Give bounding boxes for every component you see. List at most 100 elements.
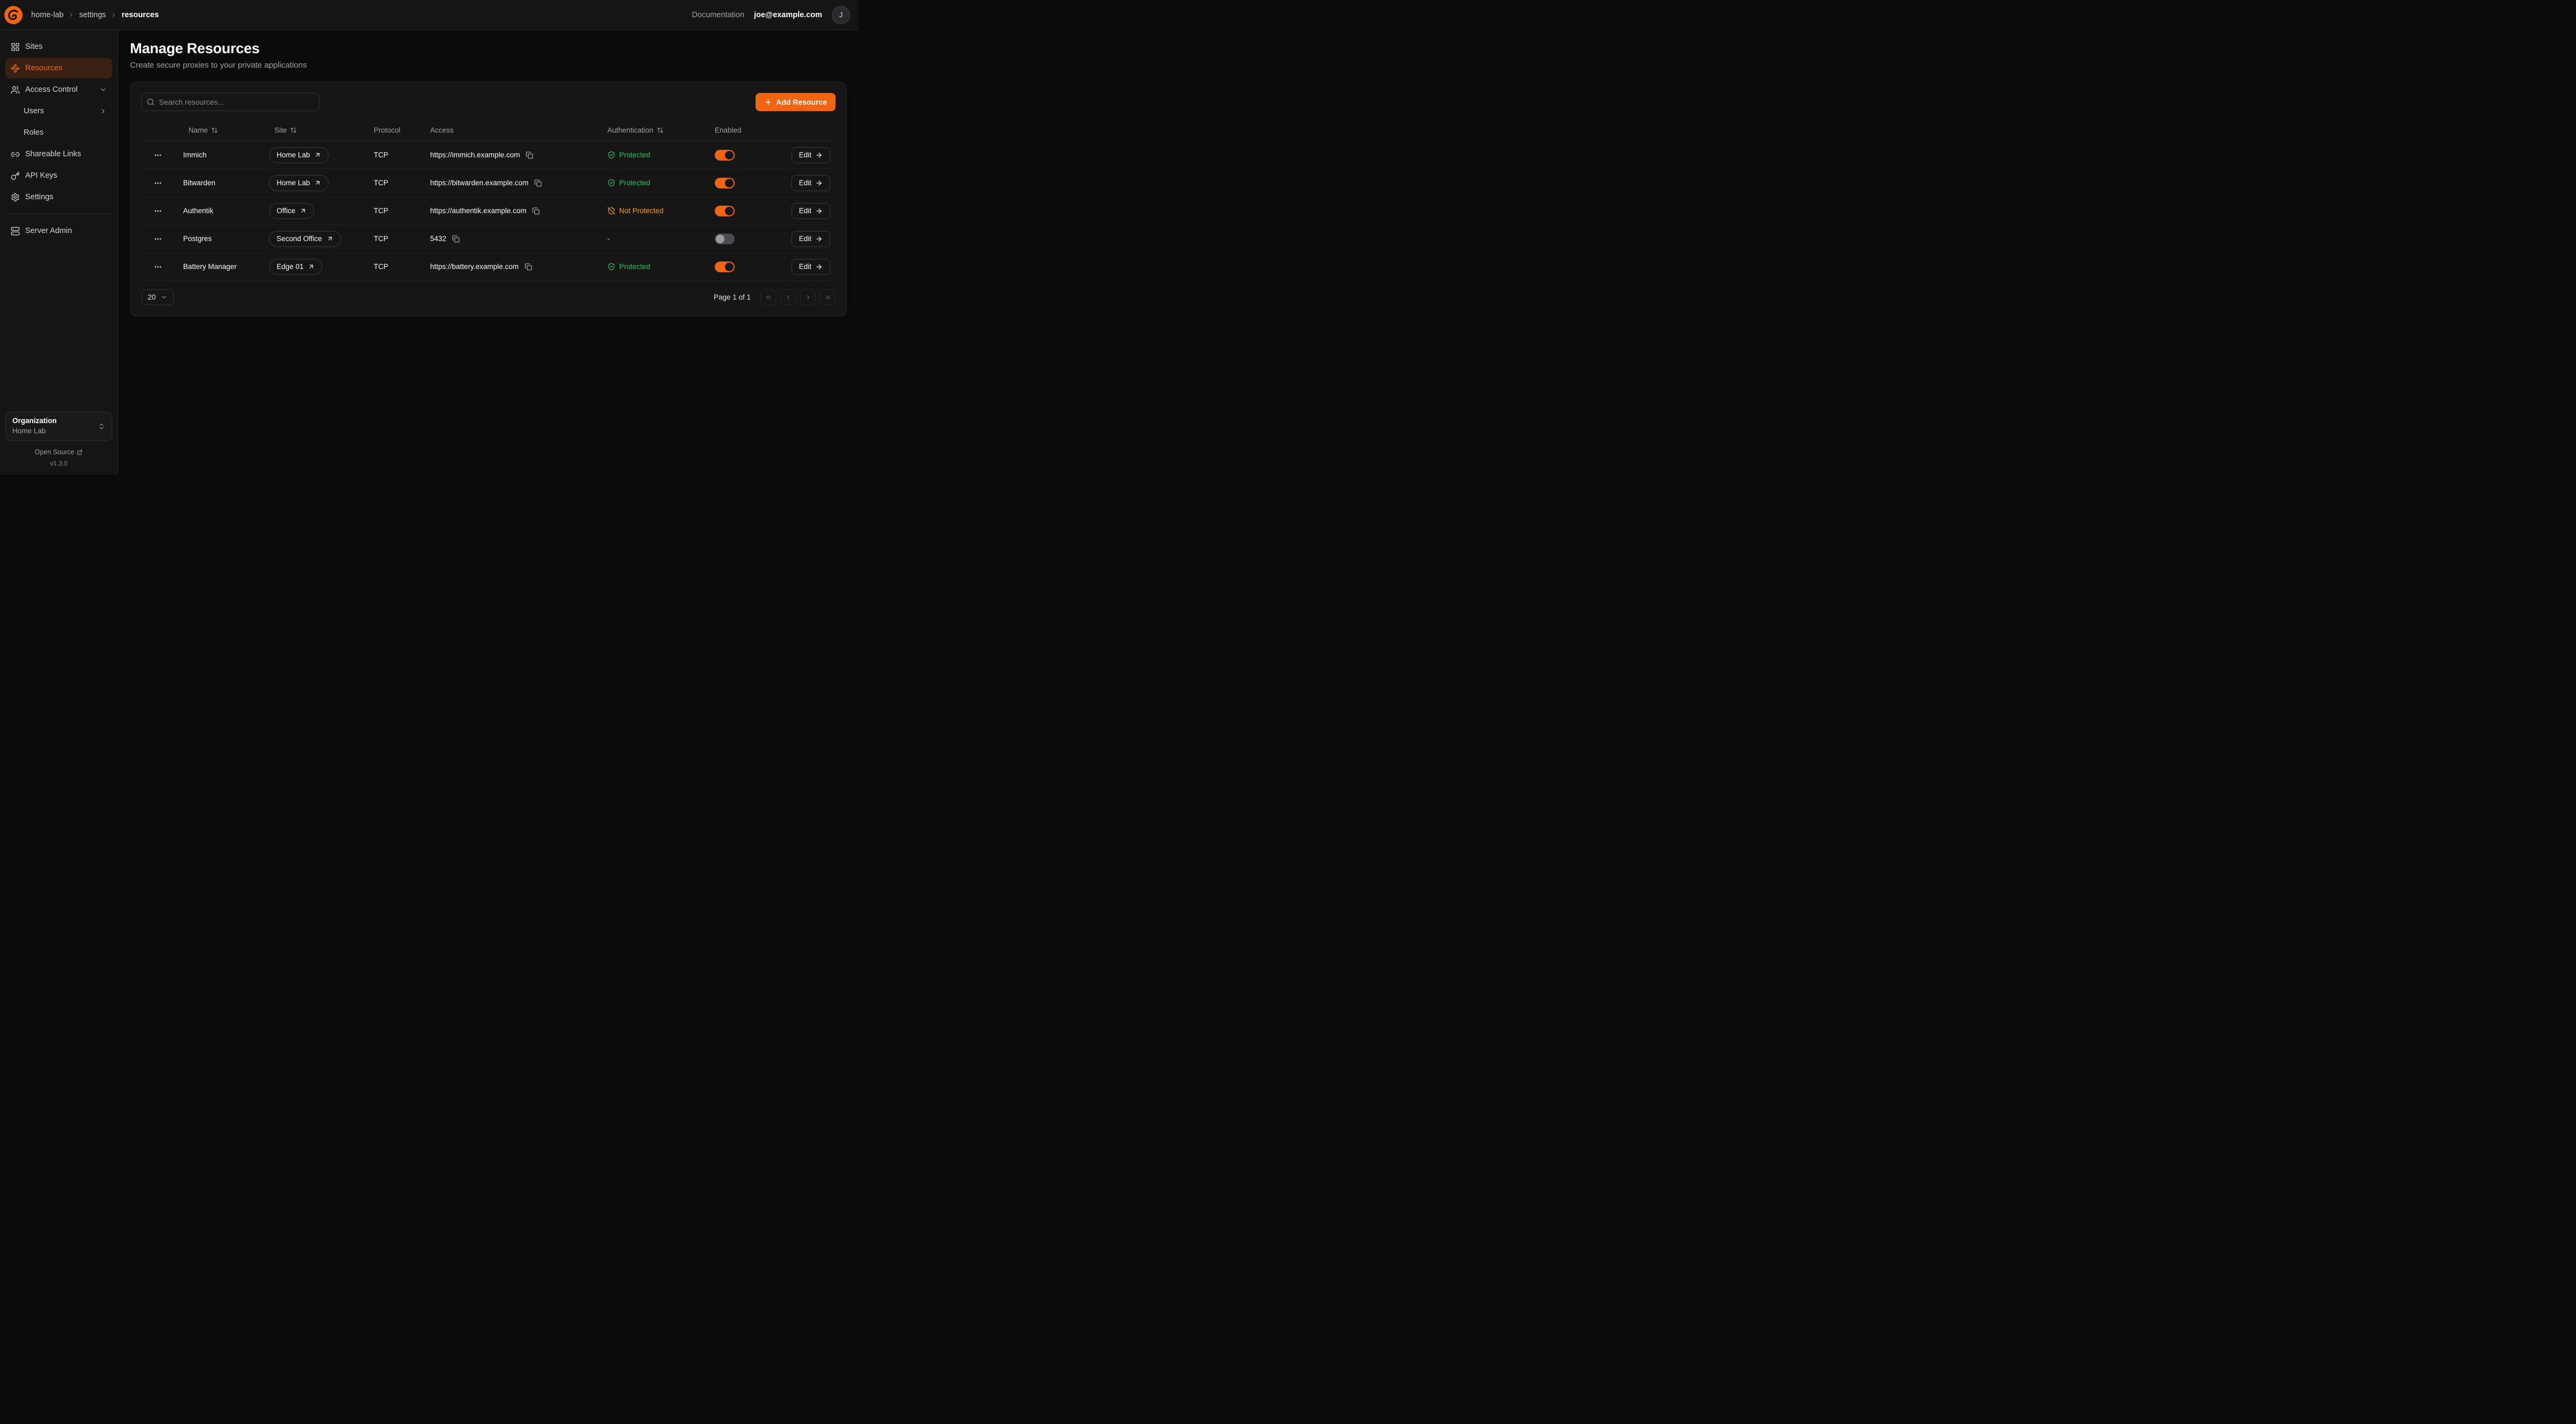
- gear-icon: [11, 193, 20, 202]
- shield-check-icon: [607, 263, 615, 271]
- first-page-button[interactable]: [760, 289, 776, 305]
- site-link-button[interactable]: Home Lab: [269, 175, 329, 191]
- sidebar-footer: Open Source v1.3.0: [5, 448, 112, 467]
- enabled-toggle[interactable]: [715, 150, 735, 161]
- organization-selector[interactable]: Organization Home Lab: [5, 412, 112, 441]
- copy-button[interactable]: [524, 262, 533, 272]
- sidebar-item-roles[interactable]: Roles: [5, 122, 112, 143]
- sort-icon: [657, 127, 664, 134]
- auth-badge: Protected: [607, 179, 650, 187]
- edit-button[interactable]: Edit: [792, 147, 830, 163]
- waypoints-icon: [11, 64, 20, 73]
- sidebar-item-api-keys[interactable]: API Keys: [5, 165, 112, 186]
- resource-name: Immich: [179, 151, 265, 159]
- ellipsis-icon: [154, 179, 162, 187]
- sidebar-item-resources[interactable]: Resources: [5, 58, 112, 78]
- next-page-button[interactable]: [800, 289, 816, 305]
- copy-button[interactable]: [451, 234, 461, 244]
- auth-badge: Protected: [607, 263, 650, 271]
- column-label: Protocol: [374, 126, 401, 134]
- search-box: [141, 93, 320, 111]
- sidebar-item-label: API Keys: [25, 171, 57, 180]
- auth-badge: Protected: [607, 151, 650, 159]
- sidebar-item-shareable-links[interactable]: Shareable Links: [5, 144, 112, 164]
- edit-button[interactable]: Edit: [792, 259, 830, 275]
- row-actions-button[interactable]: [150, 204, 166, 218]
- site-link-button[interactable]: Home Lab: [269, 147, 329, 163]
- toggle-knob: [725, 263, 734, 271]
- row-actions-button[interactable]: [150, 260, 166, 274]
- link-icon: [11, 150, 20, 159]
- user-email[interactable]: joe@example.com: [754, 11, 822, 19]
- enabled-toggle[interactable]: [715, 234, 735, 244]
- table-row: Authentik Office TCP https://authentik.e…: [141, 197, 836, 225]
- add-resource-button[interactable]: Add Resource: [756, 93, 836, 111]
- row-actions-button[interactable]: [150, 176, 166, 190]
- site-link-button[interactable]: Office: [269, 203, 314, 219]
- chevron-right-icon: [99, 107, 107, 115]
- plus-icon: [764, 98, 772, 106]
- column-header-access: Access: [426, 126, 603, 134]
- sidebar-item-access-control[interactable]: Access Control: [5, 79, 112, 100]
- row-actions-button[interactable]: [150, 148, 166, 162]
- sidebar-item-label: Server Admin: [25, 227, 72, 235]
- sidebar-item-users[interactable]: Users: [5, 101, 112, 121]
- arrow-up-right-icon: [326, 235, 333, 242]
- edit-button[interactable]: Edit: [792, 203, 830, 219]
- chevron-right-icon: [68, 11, 75, 18]
- resource-name: Postgres: [179, 235, 265, 243]
- breadcrumb-settings[interactable]: settings: [79, 11, 106, 19]
- arrow-up-right-icon: [300, 207, 307, 214]
- organization-label: Organization: [12, 417, 57, 426]
- copy-icon: [526, 151, 533, 159]
- chevron-left-icon: [785, 294, 792, 301]
- breadcrumb-org[interactable]: home-lab: [31, 11, 63, 19]
- enabled-toggle[interactable]: [715, 261, 735, 272]
- key-icon: [11, 171, 20, 180]
- enabled-toggle[interactable]: [715, 178, 735, 188]
- site-link-button[interactable]: Second Office: [269, 231, 341, 247]
- sidebar-item-label: Access Control: [25, 85, 78, 94]
- site-link-button[interactable]: Edge 01: [269, 259, 322, 275]
- search-input[interactable]: [141, 93, 320, 111]
- avatar[interactable]: J: [832, 6, 850, 24]
- breadcrumb: home-lab settings resources: [31, 11, 159, 19]
- last-page-button[interactable]: [820, 289, 836, 305]
- edit-button[interactable]: Edit: [792, 175, 830, 191]
- table-row: Bitwarden Home Lab TCP https://bitwarden…: [141, 169, 836, 197]
- prev-page-button[interactable]: [780, 289, 796, 305]
- auth-label: -: [607, 235, 610, 243]
- ellipsis-icon: [154, 207, 162, 215]
- column-label: Enabled: [715, 126, 742, 134]
- arrow-up-right-icon: [308, 263, 315, 270]
- resource-name: Battery Manager: [179, 263, 265, 271]
- edit-label: Edit: [799, 263, 811, 271]
- app-logo[interactable]: [4, 6, 23, 24]
- sidebar-item-server-admin[interactable]: Server Admin: [5, 221, 112, 241]
- sidebar-item-settings[interactable]: Settings: [5, 187, 112, 207]
- documentation-link[interactable]: Documentation: [692, 11, 745, 19]
- enabled-toggle[interactable]: [715, 206, 735, 216]
- sidebar-item-sites[interactable]: Sites: [5, 37, 112, 57]
- edit-button[interactable]: Edit: [792, 231, 830, 247]
- organization-value: Home Lab: [12, 427, 57, 436]
- column-header-authentication[interactable]: Authentication: [603, 126, 710, 134]
- copy-button[interactable]: [533, 178, 543, 188]
- column-header-name[interactable]: Name: [179, 126, 265, 134]
- row-actions-button[interactable]: [150, 232, 166, 246]
- copy-button[interactable]: [525, 150, 534, 160]
- page-title: Manage Resources: [130, 40, 847, 57]
- table-row: Immich Home Lab TCP https://immich.examp…: [141, 141, 836, 169]
- site-name: Home Lab: [277, 151, 310, 159]
- arrow-right-icon: [815, 179, 823, 187]
- column-header-site[interactable]: Site: [265, 126, 369, 134]
- toggle-knob: [725, 151, 734, 159]
- access-value: https://battery.example.com: [430, 263, 519, 271]
- add-resource-label: Add Resource: [776, 98, 827, 106]
- chevron-down-icon: [99, 86, 107, 93]
- page-size-select[interactable]: 20: [141, 289, 174, 305]
- auth-label: Protected: [619, 263, 650, 271]
- main-content: Manage Resources Create secure proxies t…: [118, 30, 859, 475]
- copy-button[interactable]: [531, 206, 541, 216]
- open-source-link[interactable]: Open Source: [35, 448, 83, 456]
